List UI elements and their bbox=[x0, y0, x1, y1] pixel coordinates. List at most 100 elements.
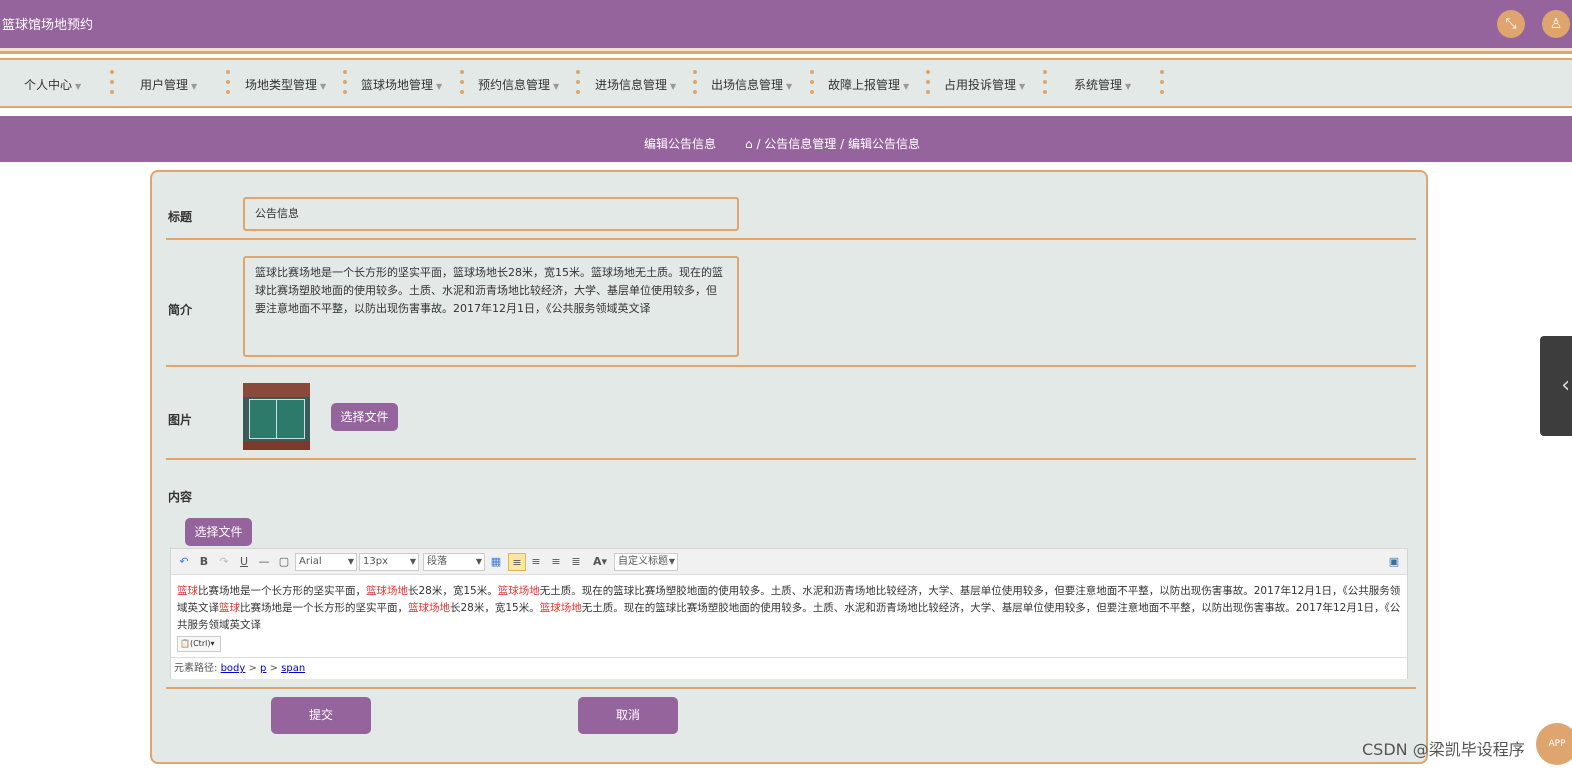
custom-title-value: 自定义标题 bbox=[618, 556, 668, 567]
nav-item-entry-management[interactable]: 进场信息管理 ▼ bbox=[595, 76, 676, 93]
caret-down-icon: ▼ bbox=[436, 82, 443, 91]
nav-separator bbox=[1160, 70, 1164, 98]
redo-icon[interactable]: ↷ bbox=[217, 553, 231, 571]
breadcrumb: ⌂ / 公告信息管理 / 编辑公告信息 bbox=[745, 135, 920, 152]
nav-separator bbox=[343, 70, 347, 98]
nav-item-fault-report-management[interactable]: 故障上报管理 ▼ bbox=[828, 76, 909, 93]
nav-item-label: 故障上报管理 bbox=[828, 78, 901, 92]
font-family-value: Arial bbox=[299, 556, 322, 567]
home-icon[interactable]: ⌂ bbox=[745, 137, 753, 151]
fullscreen-icon[interactable]: ⤡ bbox=[1497, 10, 1525, 38]
nav-item-label: 出场信息管理 bbox=[711, 78, 784, 92]
title-label: 标题 bbox=[168, 210, 193, 224]
fullscreen-editor-icon[interactable]: ▣ bbox=[1387, 553, 1401, 571]
divider bbox=[166, 238, 1416, 240]
highlighted-text: 篮球 bbox=[219, 602, 240, 614]
nav-separator bbox=[693, 70, 697, 98]
nav-item-venue-type-management[interactable]: 场地类型管理 ▼ bbox=[245, 76, 326, 93]
caret-down-icon: ▼ bbox=[75, 82, 82, 91]
divider bbox=[166, 365, 1416, 367]
nav-separator bbox=[1043, 70, 1047, 98]
nav-item-label: 预约信息管理 bbox=[478, 78, 551, 92]
nav-item-label: 用户管理 bbox=[140, 78, 189, 92]
nav-item-label: 个人中心 bbox=[24, 78, 73, 92]
dropdown-arrow-icon: ▼ bbox=[409, 557, 416, 566]
app-title: 篮球馆场地预约 bbox=[2, 18, 94, 33]
court-image-thumbnail bbox=[243, 383, 310, 450]
caret-down-icon: ▼ bbox=[670, 82, 677, 91]
path-body-link[interactable]: body bbox=[221, 663, 246, 674]
align-center-icon[interactable]: ≡ bbox=[549, 553, 563, 571]
paste-options[interactable]: 📋(Ctrl)▾ bbox=[177, 636, 221, 652]
dropdown-arrow-icon: ▼ bbox=[475, 557, 482, 566]
path-p-link[interactable]: p bbox=[260, 663, 266, 674]
content-label: 内容 bbox=[168, 490, 193, 504]
nav-item-court-management[interactable]: 篮球场地管理 ▼ bbox=[361, 76, 442, 93]
editor-text: 长28米，宽15米。 bbox=[408, 585, 498, 597]
image-label: 图片 bbox=[168, 413, 193, 427]
nav-separator bbox=[110, 70, 114, 98]
nav-separator bbox=[576, 70, 580, 98]
paragraph-select[interactable]: 段落 ▼ bbox=[423, 553, 485, 571]
chevron-left-icon: ‹ bbox=[1561, 373, 1570, 398]
summary-textarea[interactable]: 篮球比赛场地是一个长方形的坚实平面，篮球场地长28米，宽15米。篮球场地无土质。… bbox=[243, 256, 739, 357]
table-icon[interactable]: ▦ bbox=[489, 553, 503, 571]
divider bbox=[166, 687, 1416, 689]
nav-item-user-management[interactable]: 用户管理 ▼ bbox=[140, 76, 197, 93]
nav-item-exit-management[interactable]: 出场信息管理 ▼ bbox=[711, 76, 792, 93]
caret-down-icon: ▼ bbox=[553, 82, 560, 91]
nav-item-label: 占用投诉管理 bbox=[944, 78, 1017, 92]
submit-button[interactable]: 提交 bbox=[271, 697, 371, 734]
nav-item-label: 篮球场地管理 bbox=[361, 78, 434, 92]
font-size-select[interactable]: 13px ▼ bbox=[359, 553, 419, 571]
align-left-icon[interactable]: ≡ bbox=[508, 553, 526, 571]
breadcrumb-path[interactable]: / 公告信息管理 / 编辑公告信息 bbox=[756, 137, 920, 151]
path-span-link[interactable]: span bbox=[281, 663, 305, 674]
editor-content[interactable]: 篮球比赛场地是一个长方形的坚实平面，篮球场地长28米，宽15米。篮球场地无土质。… bbox=[177, 583, 1403, 634]
nav-item-reservation-management[interactable]: 预约信息管理 ▼ bbox=[478, 76, 559, 93]
dropdown-arrow-icon: ▼ bbox=[668, 557, 675, 566]
watermark: CSDN @梁凯毕设程序 bbox=[1362, 740, 1525, 759]
cancel-button[interactable]: 取消 bbox=[578, 697, 678, 734]
format-clear-icon[interactable]: ▢ bbox=[277, 553, 291, 571]
page-title: 编辑公告信息 bbox=[644, 137, 717, 151]
nav-item-label: 场地类型管理 bbox=[245, 78, 318, 92]
underline-icon[interactable]: U bbox=[237, 553, 251, 571]
divider bbox=[166, 458, 1416, 460]
horizontal-rule-icon[interactable]: — bbox=[257, 553, 271, 571]
align-right-icon[interactable]: ≡ bbox=[529, 553, 543, 571]
nav-item-complaint-management[interactable]: 占用投诉管理 ▼ bbox=[944, 76, 1025, 93]
title-input[interactable]: 公告信息 bbox=[243, 197, 739, 231]
rich-text-editor[interactable]: ↶ B ↷ U — ▢ Arial ▼ 13px ▼ 段落 ▼ ▦ ≡ ≡ ≡ ≣ A… bbox=[170, 548, 1408, 679]
edit-form-panel: 标题 公告信息 简介 篮球比赛场地是一个长方形的坚实平面，篮球场地长28米，宽1… bbox=[150, 170, 1428, 764]
nav-item-personal-center[interactable]: 个人中心 ▼ bbox=[24, 76, 81, 93]
caret-down-icon: ▼ bbox=[1019, 82, 1026, 91]
custom-title-select[interactable]: 自定义标题 ▼ bbox=[614, 553, 678, 571]
content-choose-file-button[interactable]: 选择文件 bbox=[185, 518, 252, 546]
font-color-icon[interactable]: A▾ bbox=[589, 553, 611, 571]
nav-separator bbox=[460, 70, 464, 98]
bold-icon[interactable]: B bbox=[197, 553, 211, 571]
editor-text: 长28米，宽15米。 bbox=[450, 602, 540, 614]
element-path-label: 元素路径: bbox=[174, 663, 218, 674]
undo-icon[interactable]: ↶ bbox=[177, 553, 191, 571]
caret-down-icon: ▼ bbox=[191, 82, 198, 91]
choose-image-button[interactable]: 选择文件 bbox=[331, 403, 398, 431]
side-drawer-toggle[interactable]: ‹ bbox=[1540, 336, 1572, 436]
caret-down-icon: ▼ bbox=[320, 82, 327, 91]
breadcrumb-bar: 编辑公告信息 ⌂ / 公告信息管理 / 编辑公告信息 bbox=[0, 116, 1572, 162]
dropdown-arrow-icon: ▼ bbox=[347, 557, 354, 566]
highlighted-text: 篮球场地 bbox=[408, 602, 450, 614]
highlighted-text: 篮球 bbox=[177, 585, 198, 597]
header-stripe-accent bbox=[0, 51, 1572, 54]
nav-item-label: 进场信息管理 bbox=[595, 78, 668, 92]
app-badge[interactable]: APP bbox=[1536, 723, 1572, 765]
nav-item-system-management[interactable]: 系统管理 ▼ bbox=[1074, 76, 1131, 93]
caret-down-icon: ▼ bbox=[786, 82, 793, 91]
user-icon[interactable]: ♙ bbox=[1542, 10, 1570, 38]
nav-item-label: 系统管理 bbox=[1074, 78, 1123, 92]
paragraph-value: 段落 bbox=[427, 556, 447, 567]
summary-label: 简介 bbox=[168, 303, 193, 317]
align-justify-icon[interactable]: ≣ bbox=[569, 553, 583, 571]
font-family-select[interactable]: Arial ▼ bbox=[295, 553, 357, 571]
